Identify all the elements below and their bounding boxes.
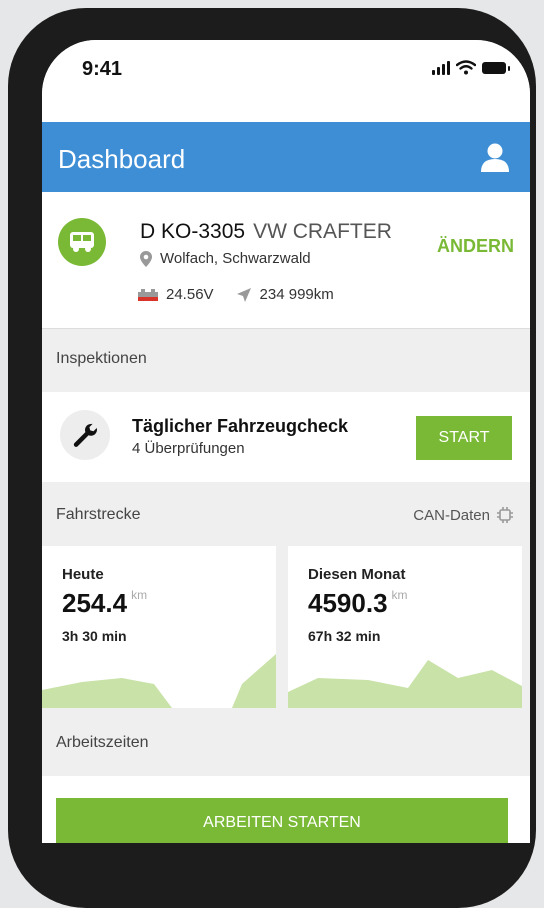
mileage-value: 234 999km <box>259 286 334 303</box>
navigation-arrow-icon <box>236 287 251 302</box>
start-work-button[interactable]: ARBEITEN STARTEN <box>56 798 508 843</box>
wifi-icon <box>456 60 476 75</box>
signal-icon <box>432 60 450 75</box>
status-bar: 9:41 <box>42 40 530 122</box>
distance-sparkline <box>288 660 522 708</box>
can-data-link[interactable]: CAN-Daten <box>413 506 514 524</box>
inspection-card: Täglicher Fahrzeugcheck 4 Überprüfungen … <box>42 392 530 482</box>
wrench-icon <box>60 410 110 460</box>
section-label-work: Arbeitszeiten <box>56 734 149 751</box>
vehicle-stats: 24.56V 234 999km <box>138 286 334 303</box>
car-battery-icon <box>138 288 158 301</box>
section-label-inspections: Inspektionen <box>56 350 147 367</box>
distance-card-today[interactable]: Heute 254.4 km 3h 30 min <box>42 546 276 708</box>
status-time: 9:41 <box>82 58 123 80</box>
can-data-label: CAN-Daten <box>413 506 490 524</box>
distance-unit: km <box>391 588 408 602</box>
phone-frame: 9:41 Dashboard D KO-3305 VW CRAFTER Wolf… <box>8 8 536 908</box>
distance-unit: km <box>131 588 148 602</box>
drive-time: 67h 32 min <box>308 628 381 644</box>
vehicle-location: Wolfach, Schwarzwald <box>140 250 311 267</box>
work-card: ARBEITEN STARTEN <box>42 776 530 843</box>
distance-card-month[interactable]: Diesen Monat 4590.3 km 67h 32 min <box>288 546 522 708</box>
status-icons <box>432 60 510 75</box>
vehicle-plate: D KO-3305 <box>140 220 246 243</box>
user-icon[interactable] <box>478 140 512 174</box>
voltage-value: 24.56V <box>166 286 214 303</box>
section-label-distance: Fahrstrecke <box>56 506 141 523</box>
inspection-title: Täglicher Fahrzeugcheck <box>132 416 349 436</box>
vehicle-card: D KO-3305 VW CRAFTER Wolfach, Schwarzwald… <box>42 192 530 329</box>
distance-value: 4590.3 km <box>308 588 408 618</box>
distance-value: 254.4 km <box>62 588 148 618</box>
chip-icon <box>497 507 513 523</box>
distance-sparkline <box>42 654 276 708</box>
mute-switch <box>8 213 18 259</box>
inspection-subtitle: 4 Überprüfungen <box>132 440 245 457</box>
change-vehicle-button[interactable]: ÄNDERN <box>437 236 514 257</box>
page-title: Dashboard <box>58 144 186 174</box>
battery-icon <box>482 61 510 74</box>
app-screen: 9:41 Dashboard D KO-3305 VW CRAFTER Wolf… <box>42 40 530 843</box>
distance-card-title: Heute <box>62 566 104 583</box>
distance-card-title: Diesen Monat <box>308 566 406 583</box>
drive-time: 3h 30 min <box>62 628 127 644</box>
location-text: Wolfach, Schwarzwald <box>160 250 311 267</box>
location-pin-icon <box>140 250 152 267</box>
vehicle-name: D KO-3305 VW CRAFTER <box>140 220 392 244</box>
volume-down-button <box>8 386 18 456</box>
start-inspection-button[interactable]: START <box>416 416 512 460</box>
bus-icon <box>58 218 106 266</box>
volume-up-button <box>8 298 18 368</box>
vehicle-model: VW CRAFTER <box>253 220 392 243</box>
app-header: Dashboard <box>42 122 530 192</box>
